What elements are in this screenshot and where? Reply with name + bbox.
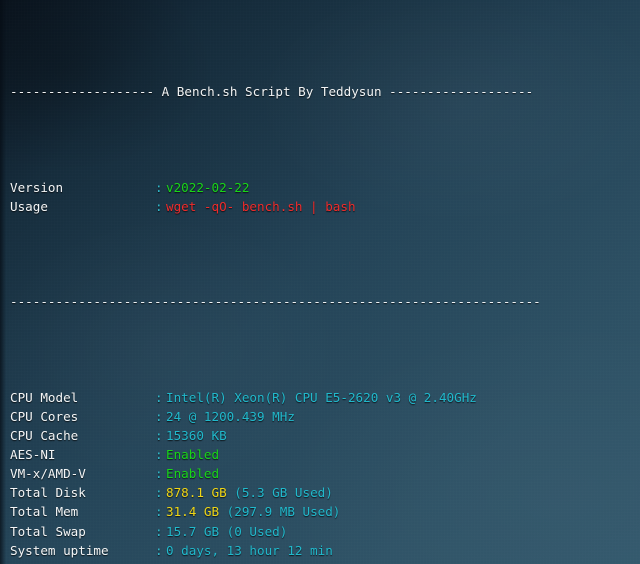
system-value-cpu-cores: 24 @ 1200.439 MHz (166, 408, 295, 424)
system-value-cpu-model: Intel(R) Xeon(R) CPU E5-2620 v3 @ 2.40GH… (166, 389, 477, 405)
banner-right-dashes: ------------------- (389, 84, 534, 100)
system-row-cpu-cores: CPU Cores:24 @ 1200.439 MHz (0, 407, 640, 426)
system-row-system-uptime: System uptime:0 days, 13 hour 12 min (0, 541, 640, 560)
field-separator-colon: : (155, 389, 163, 405)
intro-row-usage: Usage: wget -qO- bench.sh | bash (0, 197, 640, 216)
banner-left-dashes: ------------------- (10, 84, 155, 100)
system-suffix-total-mem: (297.9 MB Used) (219, 504, 341, 520)
banner-title-text: A Bench.sh Script By Teddysun (154, 84, 390, 100)
field-separator-colon: : (155, 466, 163, 482)
field-separator-colon: : (155, 408, 163, 424)
field-separator-colon: : (155, 179, 163, 195)
banner-title-line: ------------------- A Bench.sh Script By… (0, 82, 640, 101)
system-label-aes-ni: AES-NI (10, 447, 56, 463)
system-row-vm-x-amd-v: VM-x/AMD-V: Enabled (0, 464, 640, 483)
field-separator-colon: : (155, 542, 163, 558)
field-separator-colon: : (155, 447, 163, 463)
field-separator-colon: : (155, 485, 163, 501)
system-row-load-average: Load average:0.00, 0.05, 0.02 (0, 560, 640, 564)
system-value-total-mem: 31.4 GB (166, 504, 220, 520)
system-row-cpu-model: CPU Model: Intel(R) Xeon(R) CPU E5-2620 v… (0, 388, 640, 407)
system-row-total-mem: Total Mem:31.4 GB (297.9 MB Used) (0, 502, 640, 521)
system-value-total-disk: 878.1 GB (166, 485, 227, 501)
system-label-total-mem: Total Mem (10, 504, 79, 520)
system-label-system-uptime: System uptime (10, 542, 109, 558)
field-separator-colon: : (155, 198, 163, 214)
system-row-aes-ni: AES-NI: Enabled (0, 445, 640, 464)
system-row-total-disk: Total Disk:878.1 GB (5.3 GB Used) (0, 483, 640, 502)
terminal-window[interactable]: ------------------- A Bench.sh Script By… (0, 0, 640, 564)
terminal-console-output[interactable]: ------------------- A Bench.sh Script By… (0, 0, 640, 564)
system-row-total-swap: Total Swap:15.7 GB (0 Used) (0, 522, 640, 541)
system-label-cpu-cache: CPU Cache (10, 428, 79, 444)
system-label-cpu-cores: CPU Cores (10, 408, 79, 424)
system-suffix-total-disk: (5.3 GB Used) (226, 485, 333, 501)
field-separator-colon: : (155, 504, 163, 520)
system-label-cpu-model: CPU Model (10, 389, 79, 405)
intro-value-version: v2022-02-22 (166, 179, 250, 195)
intro-label-version: Version (10, 179, 64, 195)
field-separator-colon: : (155, 560, 166, 564)
system-info-group: CPU Model: Intel(R) Xeon(R) CPU E5-2620 v… (0, 388, 640, 564)
system-value-aes-ni: Enabled (166, 447, 220, 463)
system-value-vm-x-amd-v: Enabled (166, 466, 220, 482)
intro-row-version: Version: v2022-02-22 (0, 178, 640, 197)
system-row-cpu-cache: CPU Cache:15360 KB (0, 426, 640, 445)
system-value-system-uptime: 0 days, 13 hour 12 min (166, 542, 333, 558)
system-value-cpu-cache: 15360 KB (166, 428, 227, 444)
system-label-vm-x-amd-v: VM-x/AMD-V (10, 466, 86, 482)
separator-rule-1: ----------------------------------------… (10, 294, 541, 310)
system-label-total-disk: Total Disk (10, 485, 86, 501)
intro-rows-group: Version: v2022-02-22 Usage: wget -qO- bench… (0, 178, 640, 216)
system-label-total-swap: Total Swap (10, 523, 86, 539)
field-separator-colon: : (155, 523, 163, 539)
field-separator-colon: : (155, 428, 163, 444)
system-value-total-swap: 15.7 GB (0 Used) (166, 523, 288, 539)
intro-label-usage: Usage (10, 198, 48, 214)
system-label-load-average: Load average (10, 560, 155, 564)
intro-value-usage: wget -qO- bench.sh | bash (166, 198, 356, 214)
